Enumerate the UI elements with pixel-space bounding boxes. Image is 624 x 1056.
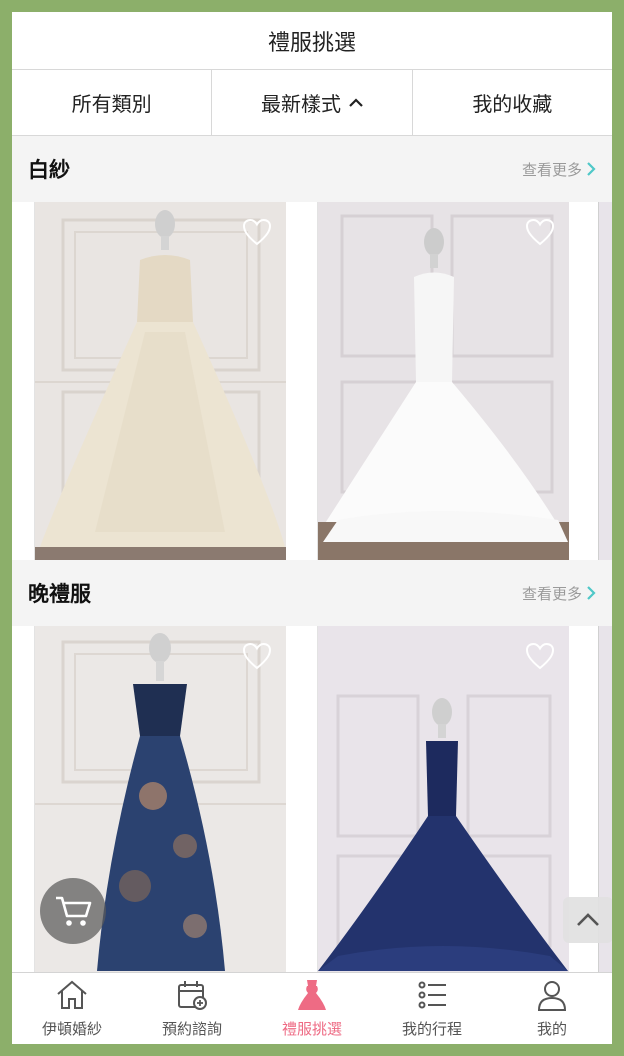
calendar-plus-icon [178,981,207,1010]
see-more-label: 查看更多 [521,584,582,603]
dress-icon [298,980,326,1010]
scroll-top-button[interactable] [563,897,612,943]
chevron-right-icon [587,586,596,600]
filter-bar: 所有類別 最新樣式 我的收藏 [12,70,612,136]
cart-icon [56,896,92,926]
filter-label: 我的收藏 [472,92,553,116]
list-icon [418,981,446,1009]
gown-photo [35,202,286,560]
filter-my-favorites[interactable]: 我的收藏 [413,70,612,135]
see-more-label: 查看更多 [521,160,582,179]
heart-icon[interactable] [242,642,272,670]
chevron-up-icon [577,913,599,926]
chevron-right-icon [587,162,596,176]
heart-icon[interactable] [525,642,555,670]
app-screen: 禮服挑選 所有類別 最新樣式 我的收藏 白紗 查看更多 晚禮服 查看更多 伊頓婚… [12,12,612,1044]
tab-gown-select[interactable]: 禮服挑選 [252,973,372,1044]
cart-button[interactable] [40,878,106,944]
see-more-link[interactable]: 查看更多 [522,583,596,604]
filter-label: 最新樣式 [260,92,341,116]
heart-icon[interactable] [242,218,272,246]
gown-card[interactable] [317,202,569,560]
user-icon [537,981,567,1011]
chevron-up-icon [349,97,363,107]
filter-label: 所有類別 [71,92,152,116]
page-title: 禮服挑選 [12,12,612,70]
see-more-link[interactable]: 查看更多 [522,159,596,180]
section-header-evening: 晚禮服 查看更多 [12,560,612,626]
tab-my-schedule[interactable]: 我的行程 [372,973,492,1044]
tab-label: 預約諮詢 [161,1020,222,1038]
filter-all-categories[interactable]: 所有類別 [12,70,213,135]
tab-booking[interactable]: 預約諮詢 [132,973,252,1044]
heart-icon[interactable] [525,218,555,246]
tab-label: 伊頓婚紗 [41,1020,102,1038]
tab-home[interactable]: 伊頓婚紗 [12,973,132,1044]
tab-label: 我的行程 [401,1020,462,1038]
next-card-peek [598,202,612,560]
gown-row-wedding [12,202,612,560]
tab-label: 禮服挑選 [281,1020,342,1038]
section-header-wedding: 白紗 查看更多 [12,136,612,202]
gown-card[interactable] [317,626,569,972]
gown-photo [318,626,569,972]
bottom-tab-bar: 伊頓婚紗 預約諮詢 禮服挑選 我的行程 我的 [12,972,612,1044]
gown-photo [318,202,569,560]
filter-newest-style[interactable]: 最新樣式 [212,70,413,135]
home-icon [57,980,87,1009]
section-title: 白紗 [28,158,70,182]
gown-card[interactable] [34,202,286,560]
tab-label: 我的 [536,1020,567,1038]
tab-profile[interactable]: 我的 [492,973,612,1044]
section-title: 晚禮服 [28,582,91,606]
